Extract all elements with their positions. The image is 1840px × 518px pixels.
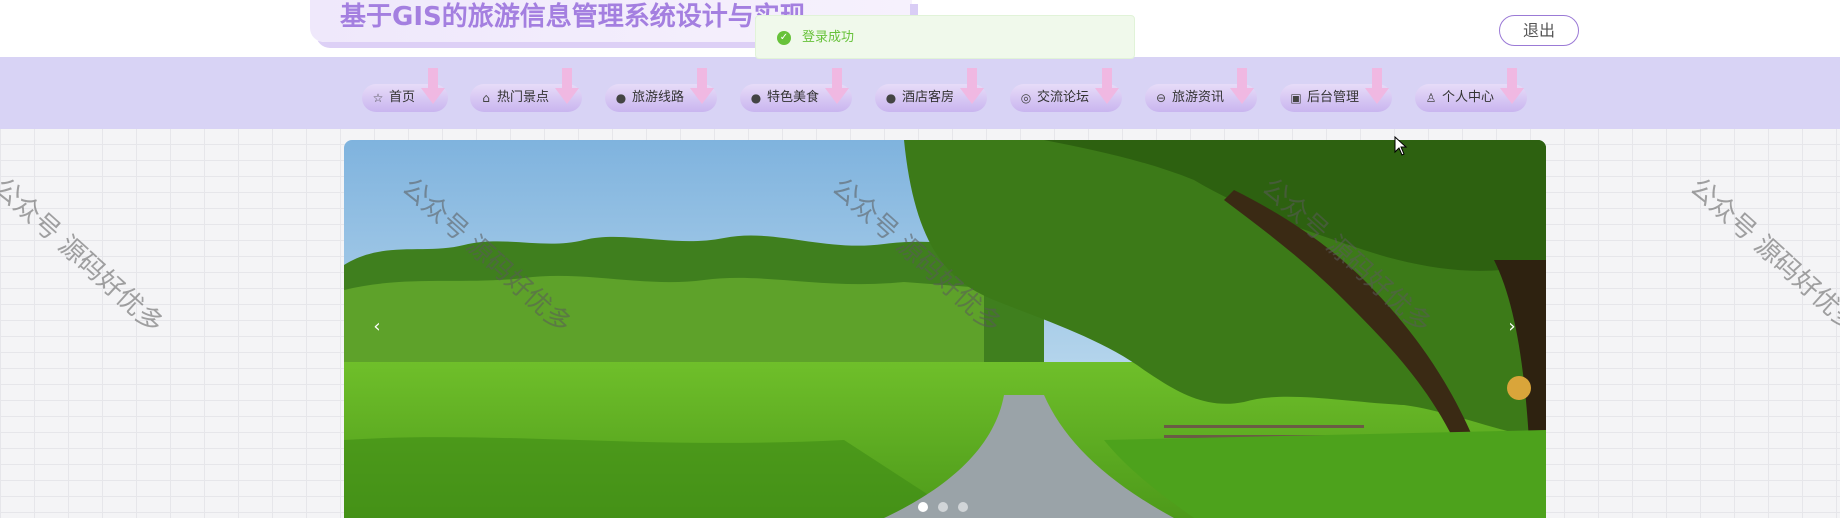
nav-item-profile[interactable]: ♙ 个人中心 bbox=[1415, 68, 1527, 112]
carousel-dot[interactable] bbox=[958, 502, 968, 512]
arrow-down-icon bbox=[420, 68, 446, 108]
arrow-down-icon bbox=[1094, 68, 1120, 108]
hero-carousel[interactable]: ‹ › bbox=[344, 140, 1546, 518]
question-circle-icon: ● bbox=[750, 91, 762, 105]
carousel-dot[interactable] bbox=[918, 502, 928, 512]
nav-item-label: 旅游线路 bbox=[632, 90, 685, 105]
chevron-right-icon[interactable]: › bbox=[1497, 312, 1527, 342]
arrow-down-icon bbox=[1364, 68, 1390, 108]
toast-message: 登录成功 bbox=[802, 30, 855, 45]
logout-button[interactable]: 退出 bbox=[1499, 15, 1579, 46]
nav-item-label: 旅游资讯 bbox=[1172, 90, 1225, 105]
mouse-pointer-icon bbox=[1394, 136, 1408, 156]
at-circle-icon: ◎ bbox=[1020, 91, 1032, 105]
arrow-down-icon bbox=[959, 68, 985, 108]
nav-item-home[interactable]: ☆ 首页 bbox=[362, 68, 448, 112]
main-nav: ☆ 首页 ⌂ 热门景点 ● 旅游线路 ● 特色美食 ● 酒店客房 ◎ 交流论坛 … bbox=[0, 57, 1840, 129]
nav-item-hotel[interactable]: ● 酒店客房 bbox=[875, 68, 987, 112]
info-circle-icon: ● bbox=[885, 91, 897, 105]
success-toast: ✓ 登录成功 bbox=[755, 15, 1135, 59]
landscape-image bbox=[344, 140, 1546, 518]
nav-item-food[interactable]: ● 特色美食 bbox=[740, 68, 852, 112]
nav-item-news[interactable]: ⊖ 旅游资讯 bbox=[1145, 68, 1257, 112]
watermark: 公众号 源码好优多 bbox=[0, 172, 169, 340]
star-icon: ☆ bbox=[372, 91, 384, 105]
nav-item-hot-spots[interactable]: ⌂ 热门景点 bbox=[470, 68, 582, 112]
nav-item-label: 交流论坛 bbox=[1037, 90, 1090, 105]
arrow-down-icon bbox=[1499, 68, 1525, 108]
nav-item-routes[interactable]: ● 旅游线路 bbox=[605, 68, 717, 112]
check-circle-icon: ✓ bbox=[777, 31, 791, 45]
nav-item-label: 热门景点 bbox=[497, 90, 550, 105]
nav-item-label: 特色美食 bbox=[767, 90, 820, 105]
arrow-down-icon bbox=[824, 68, 850, 108]
minus-circle-icon: ⊖ bbox=[1155, 91, 1167, 105]
info-circle-icon: ● bbox=[615, 91, 627, 105]
nav-item-label: 个人中心 bbox=[1442, 90, 1495, 105]
briefcase-icon: ▣ bbox=[1290, 91, 1302, 105]
nav-item-label: 酒店客房 bbox=[902, 90, 955, 105]
arrow-down-icon bbox=[689, 68, 715, 108]
nav-item-label: 后台管理 bbox=[1307, 90, 1360, 105]
watermark: 公众号 源码好优多 bbox=[1683, 172, 1840, 340]
nav-item-forum[interactable]: ◎ 交流论坛 bbox=[1010, 68, 1122, 112]
user-icon: ♙ bbox=[1425, 91, 1437, 105]
bag-icon: ⌂ bbox=[482, 91, 490, 105]
nav-item-label: 首页 bbox=[389, 90, 416, 105]
arrow-down-icon bbox=[1229, 68, 1255, 108]
carousel-dot[interactable] bbox=[938, 502, 948, 512]
chevron-left-icon[interactable]: ‹ bbox=[362, 312, 392, 342]
arrow-down-icon bbox=[554, 68, 580, 108]
nav-item-admin[interactable]: ▣ 后台管理 bbox=[1280, 68, 1392, 112]
